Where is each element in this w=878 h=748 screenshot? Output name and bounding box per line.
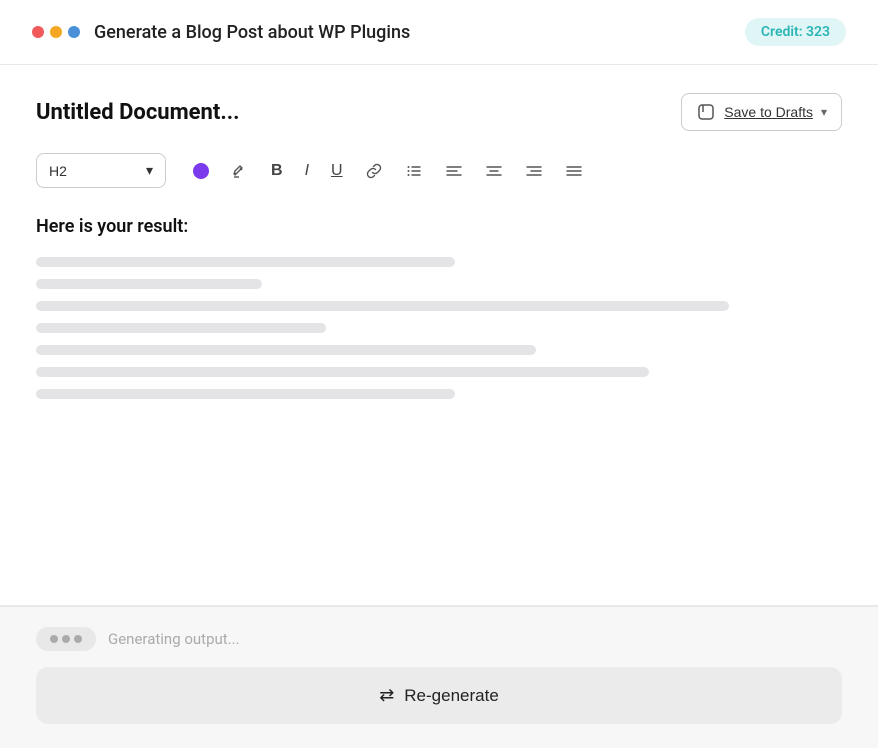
align-right-icon xyxy=(525,162,543,180)
result-label: Here is your result: xyxy=(36,216,842,237)
typing-dot-1 xyxy=(50,635,58,643)
skeleton-line xyxy=(36,367,649,377)
blue-dot xyxy=(68,26,80,38)
save-icon xyxy=(696,102,716,122)
align-left-button[interactable] xyxy=(439,158,469,184)
align-center-button[interactable] xyxy=(479,158,509,184)
app-header: Generate a Blog Post about WP Plugins Cr… xyxy=(0,0,878,65)
skeleton-line xyxy=(36,323,326,333)
doc-header-row: Untitled Document... Save to Drafts ▾ xyxy=(36,93,842,131)
document-title: Untitled Document... xyxy=(36,100,239,125)
highlighter-icon xyxy=(231,162,249,180)
heading-value: H2 xyxy=(49,163,67,179)
skeleton-line xyxy=(36,301,729,311)
italic-button[interactable]: I xyxy=(299,158,315,184)
highlight-button[interactable] xyxy=(225,158,255,184)
list-icon xyxy=(405,162,423,180)
regenerate-button[interactable]: ⇄ Re-generate xyxy=(36,667,842,724)
link-icon xyxy=(365,162,383,180)
typing-indicator xyxy=(36,627,96,651)
justify-icon xyxy=(565,162,583,180)
justify-button[interactable] xyxy=(559,158,589,184)
skeleton-line xyxy=(36,257,455,267)
typing-dot-2 xyxy=(62,635,70,643)
regenerate-label: Re-generate xyxy=(404,686,499,706)
skeleton-line xyxy=(36,279,262,289)
generating-row: Generating output... xyxy=(36,627,842,651)
yellow-dot xyxy=(50,26,62,38)
align-left-icon xyxy=(445,162,463,180)
align-center-icon xyxy=(485,162,503,180)
header-left: Generate a Blog Post about WP Plugins xyxy=(32,22,410,43)
content-area: Untitled Document... Save to Drafts ▾ H2… xyxy=(0,65,878,748)
regenerate-icon: ⇄ xyxy=(379,685,394,706)
document-section: Untitled Document... Save to Drafts ▾ H2… xyxy=(0,65,878,606)
heading-chevron-icon: ▾ xyxy=(146,162,153,179)
bottom-bar: Generating output... ⇄ Re-generate xyxy=(0,606,878,748)
bold-button[interactable]: B xyxy=(265,158,289,184)
save-drafts-button[interactable]: Save to Drafts ▾ xyxy=(681,93,842,131)
formatting-toolbar: H2 ▾ B I U xyxy=(36,153,842,188)
align-right-button[interactable] xyxy=(519,158,549,184)
generating-status-text: Generating output... xyxy=(108,630,240,648)
typing-dot-3 xyxy=(74,635,82,643)
heading-select[interactable]: H2 ▾ xyxy=(36,153,166,188)
window-dots xyxy=(32,26,80,38)
color-picker-button[interactable] xyxy=(187,159,215,183)
skeleton-line xyxy=(36,345,536,355)
unordered-list-button[interactable] xyxy=(399,158,429,184)
skeleton-loader xyxy=(36,257,842,399)
skeleton-line xyxy=(36,389,455,399)
toolbar-divider xyxy=(176,159,177,183)
save-drafts-label: Save to Drafts xyxy=(724,104,813,120)
chevron-down-icon: ▾ xyxy=(821,105,827,119)
credit-badge: Credit: 323 xyxy=(745,18,846,46)
page-title: Generate a Blog Post about WP Plugins xyxy=(94,22,410,43)
red-dot xyxy=(32,26,44,38)
result-section: Here is your result: xyxy=(36,216,842,399)
underline-button[interactable]: U xyxy=(325,158,349,184)
color-swatch xyxy=(193,163,209,179)
link-button[interactable] xyxy=(359,158,389,184)
